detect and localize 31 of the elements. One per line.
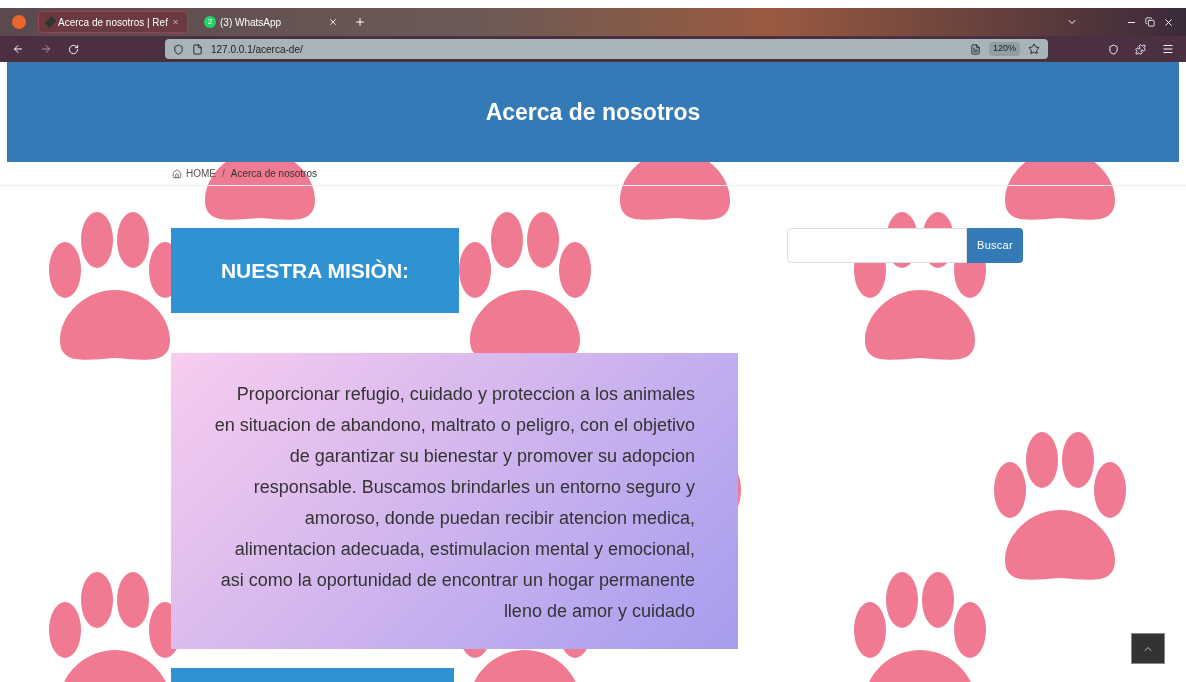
mission-text: Proporcionar refugio, cuidado y proteccion a los animales en situacion de abandono, maltrato o peligro, con el objetivo de garantizar su bienestar y promover su adopcion responsable. Buscamos brindarles un entorno seguro y amoroso, donde puedan recibir atencion medica, alimentacion adecuada, estimulacion mental y emocional, asi como la oportunidad de encontrar un hogar permanente lleno de amor y cuidado	[171, 353, 738, 649]
page-title: Acerca de nosotros	[485, 97, 701, 127]
url-text: 127.0.0.1/acerca-de/	[211, 42, 303, 57]
address-bar[interactable]: 127.0.0.1/acerca-de/ 120%	[165, 39, 1048, 59]
page-icon	[192, 43, 203, 55]
reload-icon[interactable]	[68, 43, 79, 55]
close-icon[interactable]	[328, 17, 338, 27]
back-to-top-button[interactable]	[1131, 633, 1165, 664]
new-tab-icon[interactable]	[354, 16, 366, 28]
extensions-icon[interactable]	[1135, 43, 1146, 55]
back-icon[interactable]	[12, 43, 24, 55]
close-icon[interactable]	[1163, 16, 1174, 28]
tab-title: (3) WhatsApp	[220, 15, 283, 30]
zoom-level[interactable]: 120%	[988, 42, 1020, 56]
search-field[interactable]	[787, 228, 967, 263]
notification-badge: 2	[204, 16, 216, 28]
menu-icon[interactable]	[1162, 43, 1174, 55]
home-icon	[172, 168, 182, 179]
search-button[interactable]: Buscar	[967, 228, 1023, 263]
breadcrumb-separator: /	[221, 167, 226, 181]
tab-title: Acerca de nosotros | Ref	[58, 15, 168, 30]
restore-icon[interactable]	[1145, 17, 1155, 27]
bookmark-star-icon[interactable]	[1028, 43, 1040, 55]
page-favicon-icon	[44, 15, 57, 29]
reader-view-icon[interactable]	[969, 43, 981, 55]
mission-heading: NUESTRA MISIÒN:	[171, 228, 459, 313]
shield-icon	[173, 43, 184, 55]
browser-tab[interactable]: 2 (3) WhatsApp	[196, 11, 346, 33]
browser-tab[interactable]: Acerca de nosotros | Ref	[38, 11, 188, 33]
breadcrumb-home-link[interactable]: HOME	[172, 166, 216, 181]
browser-logo-icon	[12, 15, 26, 29]
